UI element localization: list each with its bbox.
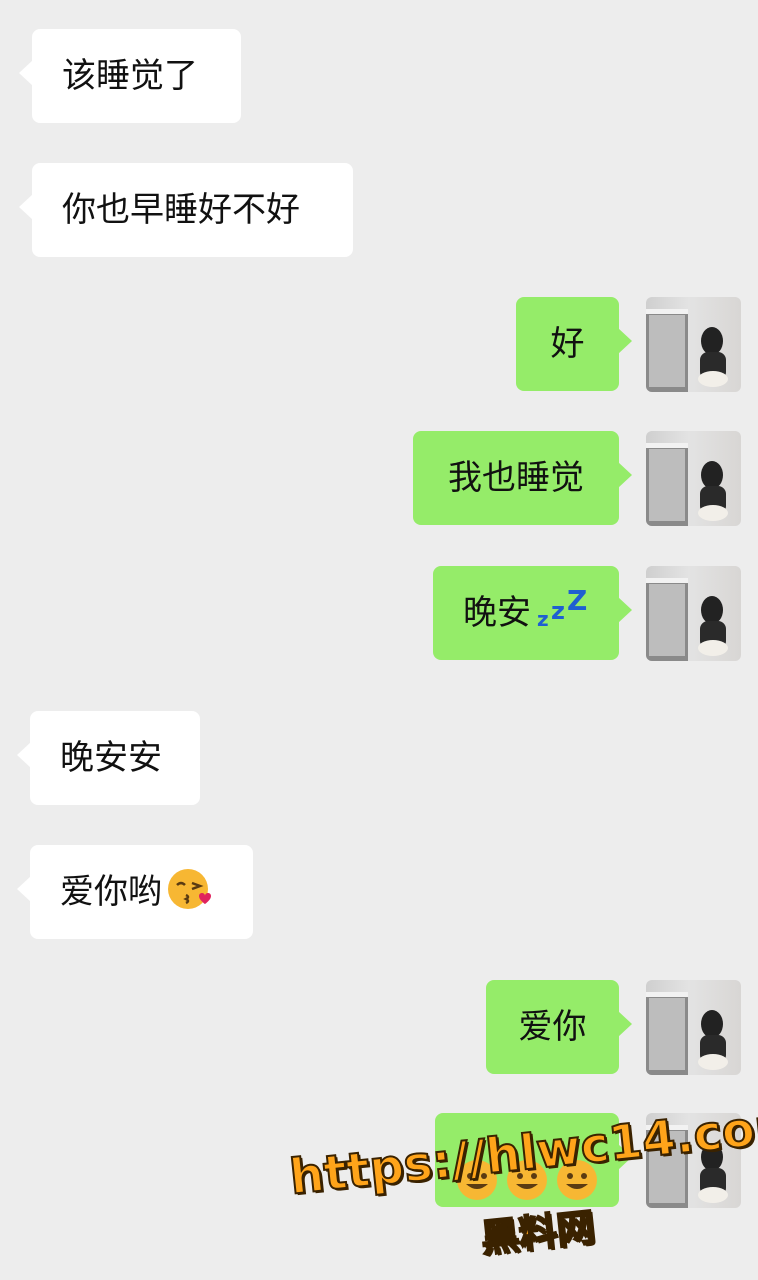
avatar[interactable]	[646, 980, 741, 1075]
message-text: 好	[550, 324, 585, 364]
message-text: 晚安	[463, 593, 531, 633]
incoming-message-bubble[interactable]: 晚安安	[17, 711, 200, 805]
message-text: 爱你哟	[60, 872, 162, 912]
outgoing-message-bubble[interactable]: 晚安 z z Z	[433, 566, 632, 660]
zzz-sleep-icon: z z Z	[537, 584, 588, 631]
message-text: 爱你	[518, 1007, 587, 1047]
incoming-message-bubble[interactable]: 爱你哟	[17, 845, 253, 939]
kissing-face-icon	[166, 866, 212, 918]
message-text: 你也早睡好不好	[62, 190, 300, 230]
incoming-message-bubble[interactable]: 你也早睡好不好	[19, 163, 353, 257]
avatar[interactable]	[646, 297, 741, 392]
watermark-site-name: 黑料网	[478, 1204, 598, 1262]
avatar[interactable]	[646, 431, 741, 526]
incoming-message-bubble[interactable]: 该睡觉了	[19, 29, 241, 123]
outgoing-message-bubble[interactable]: 爱你	[486, 980, 632, 1074]
outgoing-message-bubble[interactable]: 我也睡觉	[413, 431, 632, 525]
avatar[interactable]	[646, 566, 741, 661]
outgoing-message-bubble[interactable]: 好	[516, 297, 632, 391]
message-text: 我也睡觉	[448, 458, 584, 498]
message-text: 晚安安	[60, 738, 162, 778]
message-text: 该睡觉了	[62, 56, 198, 96]
